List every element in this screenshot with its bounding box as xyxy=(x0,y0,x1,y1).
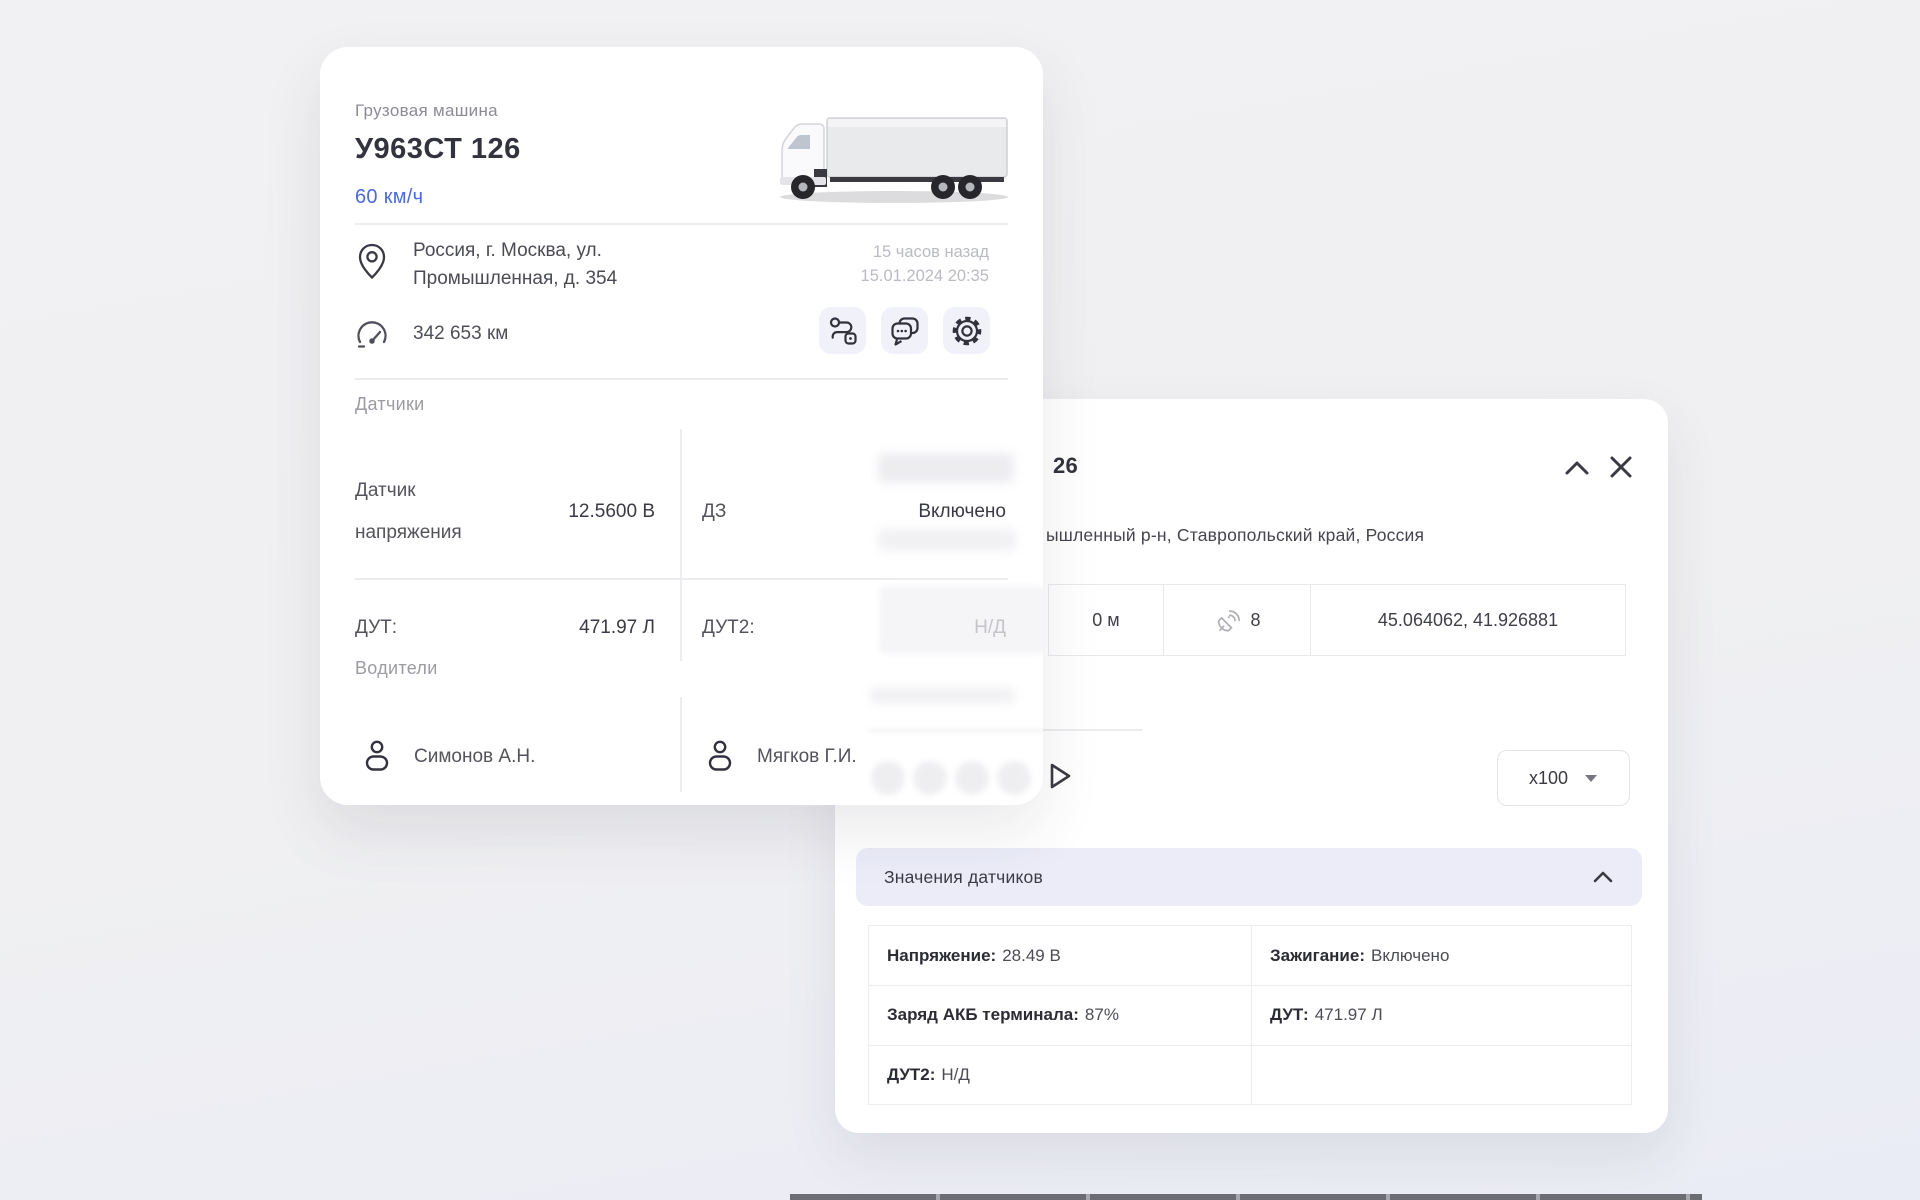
gear-icon xyxy=(950,314,984,348)
altitude-cell: 0 м xyxy=(1049,585,1163,655)
popup-address-partial: ышленный р-н, Ставропольский край, Росси… xyxy=(1046,525,1424,546)
ghost-popup-title xyxy=(878,453,1014,483)
divider xyxy=(680,429,682,661)
settings-button[interactable] xyxy=(943,307,990,354)
drivers-section-title: Водители xyxy=(355,658,438,679)
divider xyxy=(355,378,1008,380)
table-cell-fuel1: ДУТ: 471.97 Л xyxy=(1251,985,1631,1044)
location-pin-icon xyxy=(357,243,387,280)
driver-item: Мягков Г.И. xyxy=(705,739,857,775)
divider xyxy=(355,223,1008,225)
ghost-playback-control xyxy=(913,761,947,795)
driver-name: Симонов А.Н. xyxy=(414,746,535,768)
odometer-icon xyxy=(353,314,391,352)
popup-title-partial: 26 xyxy=(1053,453,1078,479)
collapse-button[interactable] xyxy=(1563,457,1591,479)
vehicle-address: Россия, г. Москва, ул. Промышленная, д. … xyxy=(413,237,685,293)
person-icon xyxy=(362,739,392,775)
timestamp: 15.01.2024 20:35 xyxy=(861,264,989,288)
divider xyxy=(355,578,1008,580)
truck-image xyxy=(772,113,1022,205)
ghost-popup-address xyxy=(878,529,1016,551)
play-button[interactable] xyxy=(1047,761,1073,791)
driver-name: Мягков Г.И. xyxy=(757,746,857,768)
close-button[interactable] xyxy=(1607,453,1635,481)
ghost-popup-divider xyxy=(868,729,1043,732)
divider xyxy=(680,697,682,792)
driver-item: Симонов А.Н. xyxy=(362,739,535,775)
ghost-playback-control xyxy=(997,761,1031,795)
play-icon xyxy=(1047,761,1073,791)
person-icon xyxy=(705,739,735,775)
odometer-value: 342 653 км xyxy=(413,323,508,345)
table-cell-empty xyxy=(1251,1045,1631,1104)
vehicle-plate: У963СТ 126 xyxy=(355,133,521,166)
vehicle-speed: 60 км/ч xyxy=(355,186,423,209)
route-icon xyxy=(828,316,858,346)
sensors-section-title: Датчики xyxy=(355,394,425,415)
table-cell-battery: Заряд АКБ терминала: 87% xyxy=(869,985,1251,1044)
caret-down-icon xyxy=(1584,774,1598,783)
chevron-up-icon xyxy=(1563,457,1591,479)
ghost-popup-text xyxy=(870,688,1015,703)
sensor-values-accordion-header[interactable]: Значения датчиков xyxy=(856,848,1642,906)
chat-button[interactable] xyxy=(881,307,928,354)
ghost-popup-info-cell xyxy=(880,587,1043,653)
route-button[interactable] xyxy=(819,307,866,354)
sensor-fuel1: ДУТ: 471.97 Л xyxy=(355,602,655,654)
sensor-values-table: Напряжение: 28.49 В Зажигание: Включено … xyxy=(868,925,1632,1105)
sensor-voltage: Датчик напряжения 12.5600 В xyxy=(355,449,655,575)
close-icon xyxy=(1607,453,1635,481)
last-update-time: 15 часов назад 15.01.2024 20:35 xyxy=(861,240,989,288)
time-ago: 15 часов назад xyxy=(861,240,989,264)
chevron-up-icon xyxy=(1592,869,1614,885)
table-cell-fuel2: ДУТ2: Н/Д xyxy=(869,1045,1251,1104)
coordinates-cell: 45.064062, 41.926881 xyxy=(1310,585,1625,655)
telemetry-info-row: 0 м 8 45.064062, 41.926881 xyxy=(1048,584,1626,656)
vehicle-type-label: Грузовая машина xyxy=(355,101,498,121)
vehicle-summary-card: Грузовая машина У963СТ 126 60 км/ч xyxy=(320,47,1043,805)
playback-speed-value: x100 xyxy=(1529,768,1568,789)
satellite-icon xyxy=(1213,606,1241,634)
ghost-playback-control xyxy=(955,761,989,795)
chat-icon xyxy=(889,315,921,347)
ghost-playback-control xyxy=(871,761,905,795)
satellites-cell: 8 xyxy=(1163,585,1310,655)
table-cell-ignition: Зажигание: Включено xyxy=(1251,926,1631,985)
timeline-strip xyxy=(790,1194,1702,1200)
table-cell-voltage: Напряжение: 28.49 В xyxy=(869,926,1251,985)
screen: 26 ышленный р-н, Ставропольский край, Ро… xyxy=(0,0,1920,1200)
playback-speed-select[interactable]: x100 xyxy=(1497,750,1630,806)
satellites-count: 8 xyxy=(1250,610,1260,631)
sensor-values-title: Значения датчиков xyxy=(884,867,1043,888)
